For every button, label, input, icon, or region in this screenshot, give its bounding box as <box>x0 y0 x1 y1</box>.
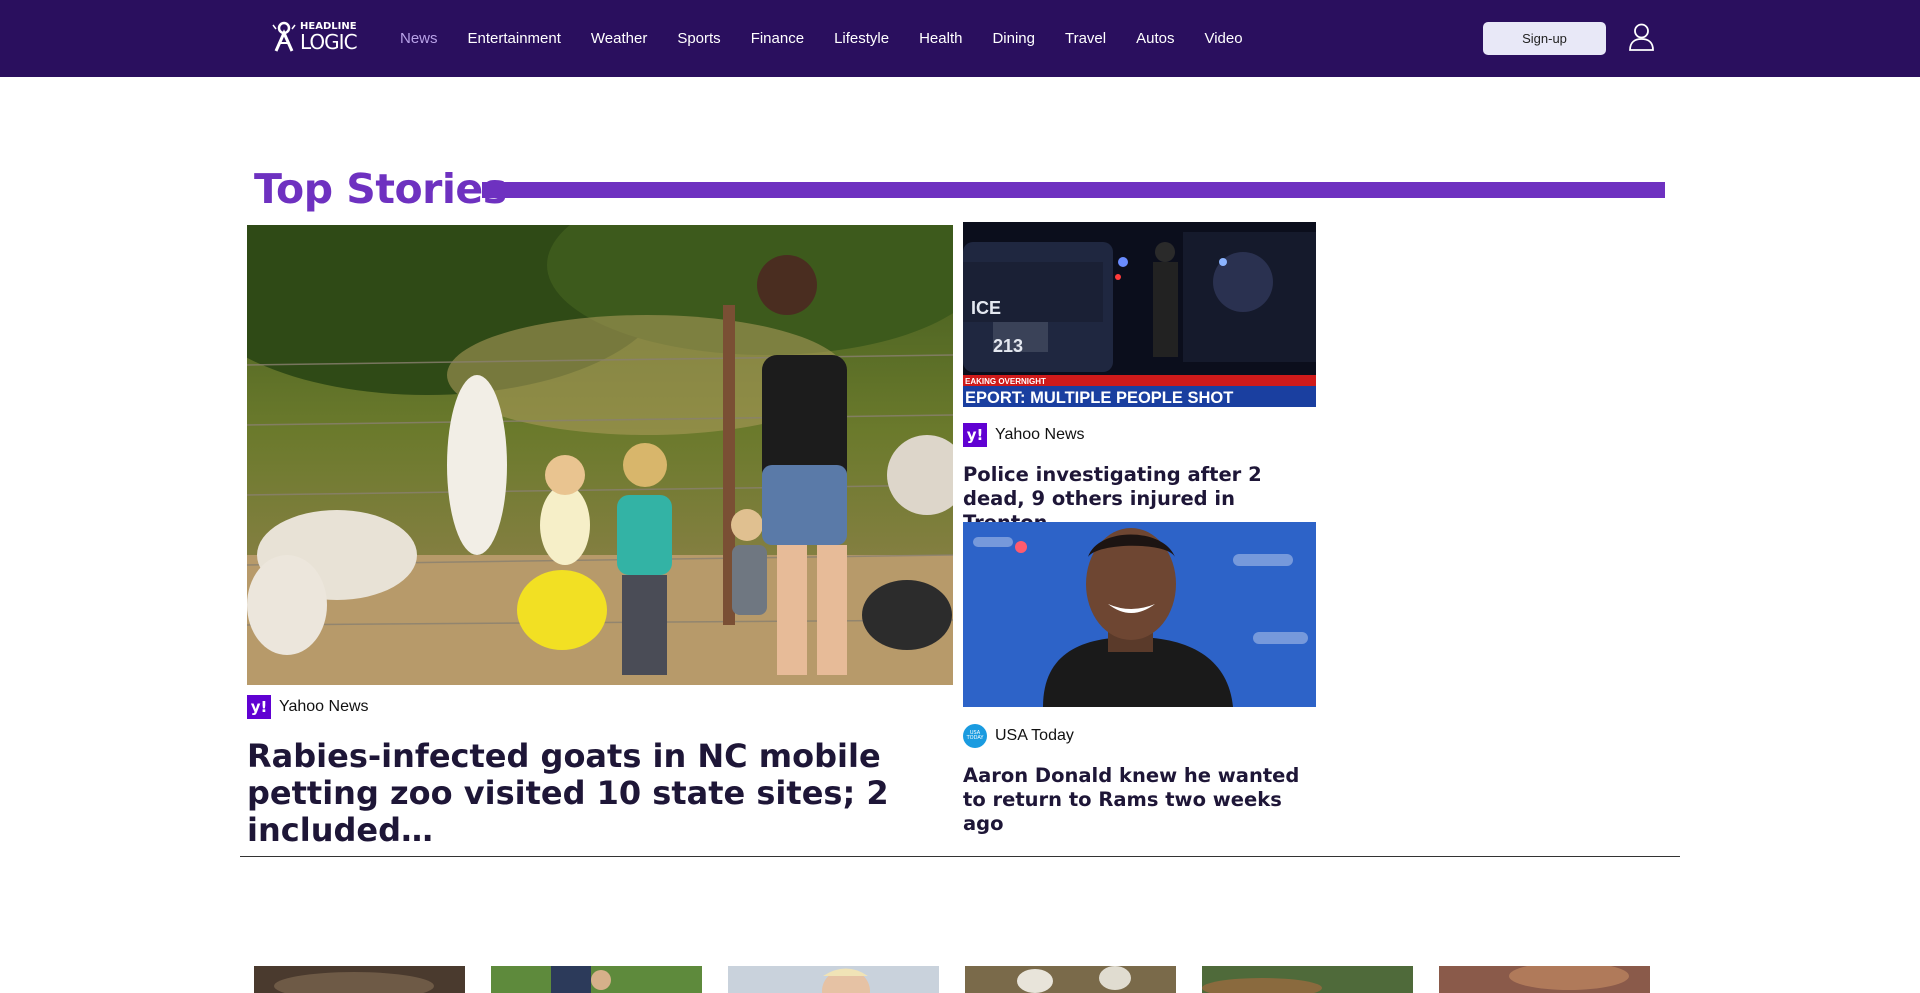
logo-line2: LOGIC <box>300 30 358 54</box>
logo-mark-icon <box>272 21 296 52</box>
section-divider <box>240 856 1680 857</box>
story-source-name: Yahoo News <box>995 426 1085 443</box>
breaking-caption: EAKING OVERNIGHT <box>965 377 1046 386</box>
headline-logic-logo[interactable]: HEADLINE LOGIC <box>272 20 362 54</box>
nav-item-autos[interactable]: Autos <box>1136 30 1174 47</box>
yahoo-logo-icon: y! <box>247 695 271 719</box>
nav-item-news[interactable]: News <box>400 30 438 47</box>
nav-item-travel[interactable]: Travel <box>1065 30 1106 47</box>
thumbnail-5[interactable] <box>1202 966 1413 993</box>
thumbnail-2[interactable] <box>491 966 702 993</box>
usa-today-logo-icon: USA TODAY <box>963 724 987 748</box>
story-image-aaron-donald[interactable] <box>963 522 1316 707</box>
section-title-top-stories: Top Stories <box>254 165 507 213</box>
top-navigation-bar: HEADLINE LOGIC News Entertainment Weathe… <box>0 0 1920 77</box>
police-car-number: 213 <box>993 336 1023 356</box>
thumbnail-1[interactable] <box>254 966 465 993</box>
story-image-goats[interactable] <box>247 225 953 685</box>
story-image-police[interactable]: ICE 213 EAKING OVERNIGHT EPORT: MULTIPLE… <box>963 222 1316 407</box>
story-source-name: Yahoo News <box>279 698 369 715</box>
story-headline-3[interactable]: Aaron Donald knew he wanted to return to… <box>963 764 1318 836</box>
thumbnail-3[interactable] <box>728 966 939 993</box>
nav-item-finance[interactable]: Finance <box>751 30 804 47</box>
nav-item-sports[interactable]: Sports <box>677 30 720 47</box>
thumbnail-6[interactable] <box>1439 966 1650 993</box>
main-nav: News Entertainment Weather Sports Financ… <box>400 0 1273 77</box>
section-title-bar <box>482 182 1665 198</box>
story-source-3[interactable]: USA TODAY USA Today <box>963 724 1074 748</box>
report-caption: EPORT: MULTIPLE PEOPLE SHOT <box>965 389 1233 407</box>
nav-item-video[interactable]: Video <box>1204 30 1242 47</box>
yahoo-logo-icon: y! <box>963 423 987 447</box>
thumbnail-4[interactable] <box>965 966 1176 993</box>
signup-button[interactable]: Sign-up <box>1483 22 1606 55</box>
story-source-2[interactable]: y! Yahoo News <box>963 423 1085 447</box>
police-car-text: ICE <box>971 298 1001 318</box>
nav-item-weather[interactable]: Weather <box>591 30 647 47</box>
story-headline-1[interactable]: Rabies-infected goats in NC mobile petti… <box>247 738 947 849</box>
nav-item-health[interactable]: Health <box>919 30 962 47</box>
nav-item-lifestyle[interactable]: Lifestyle <box>834 30 889 47</box>
user-icon[interactable] <box>1628 23 1655 51</box>
nav-item-dining[interactable]: Dining <box>992 30 1035 47</box>
story-source-1[interactable]: y! Yahoo News <box>247 695 369 719</box>
nav-item-entertainment[interactable]: Entertainment <box>468 30 561 47</box>
story-source-name: USA Today <box>995 727 1074 744</box>
